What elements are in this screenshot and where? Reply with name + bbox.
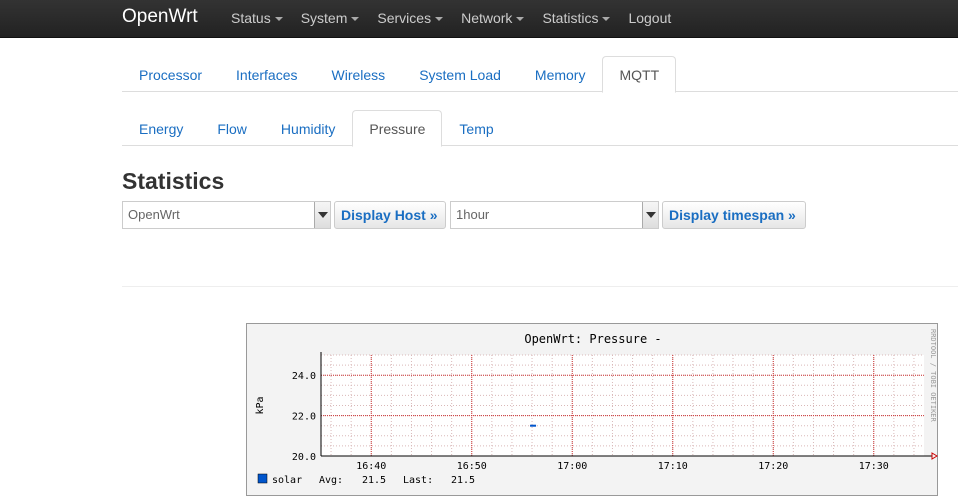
legend-swatch	[257, 473, 268, 484]
menu-system[interactable]: System	[292, 0, 369, 38]
legend-series-name: solar	[272, 475, 302, 486]
menu-services[interactable]: Services	[368, 0, 452, 38]
tab-temp[interactable]: Temp	[442, 110, 510, 146]
tab-humidity[interactable]: Humidity	[264, 110, 352, 146]
display-host-button[interactable]: Display Host »	[334, 201, 446, 229]
tab-wireless[interactable]: Wireless	[315, 56, 403, 92]
y-tick-label: 20.0	[292, 452, 316, 463]
x-tick-label: 17:20	[758, 461, 788, 472]
tab-processor[interactable]: Processor	[122, 56, 219, 92]
tab-memory[interactable]: Memory	[518, 56, 603, 92]
y-axis-label: kPa	[255, 396, 266, 414]
host-select[interactable]: OpenWrt	[122, 201, 331, 229]
tab-flow[interactable]: Flow	[200, 110, 264, 146]
legend-avg-value: 21.5	[362, 475, 386, 486]
chevron-down-icon	[314, 202, 330, 228]
legend-last-label: Last:	[403, 475, 433, 486]
menu-label: Statistics	[542, 10, 599, 26]
menu-statistics[interactable]: Statistics	[533, 0, 619, 38]
menu-label: System	[300, 10, 348, 26]
timespan-select[interactable]: 1hour	[450, 201, 659, 229]
statistics-plugin-tabs: Processor Interfaces Wireless System Load Me…	[122, 56, 958, 93]
x-tick-label: 17:10	[658, 461, 688, 472]
menu-logout[interactable]: Logout	[619, 0, 680, 38]
watermark: RRDTOOL / TOBI OETIKER	[929, 329, 937, 423]
tab-energy[interactable]: Energy	[122, 110, 200, 146]
menu-label: Status	[231, 10, 271, 26]
tab-interfaces[interactable]: Interfaces	[219, 56, 314, 92]
x-tick-label: 17:00	[557, 461, 587, 472]
brand-logo[interactable]: OpenWrt	[122, 6, 198, 28]
page-title: Statistics	[122, 168, 225, 194]
tab-system-load[interactable]: System Load	[402, 56, 518, 92]
y-tick-label: 24.0	[292, 371, 316, 382]
chart-title: OpenWrt: Pressure -	[524, 332, 661, 346]
legend-avg-label: Avg:	[319, 475, 343, 486]
legend-last-value: 21.5	[451, 475, 475, 486]
caret-down-icon	[351, 17, 360, 22]
caret-down-icon	[602, 17, 611, 22]
menu-network[interactable]: Network	[452, 0, 533, 38]
host-select-value: OpenWrt	[128, 207, 180, 222]
x-tick-label: 17:30	[859, 461, 889, 472]
pressure-chart: 20.0 22.0 24.0 16:40 16:50 17:00 17:10 17:20 17:…	[255, 329, 938, 486]
tab-mqtt[interactable]: MQTT	[602, 56, 677, 93]
display-timespan-button[interactable]: Display timespan »	[662, 201, 806, 229]
y-tick-label: 22.0	[292, 412, 316, 423]
timespan-select-value: 1hour	[456, 207, 490, 222]
caret-down-icon	[435, 17, 444, 22]
menu-label: Logout	[628, 10, 672, 26]
caret-down-icon	[516, 17, 525, 22]
x-tick-label: 16:40	[356, 461, 386, 472]
navbar: OpenWrt Status System Services Network Stati…	[0, 0, 958, 38]
divider	[122, 286, 958, 287]
main-menu: Status System Services Network Statistics Log…	[222, 0, 680, 38]
mqtt-subtabs: Energy Flow Humidity Pressure Temp	[122, 110, 958, 147]
tab-pressure[interactable]: Pressure	[352, 110, 443, 147]
pressure-graph: 20.0 22.0 24.0 16:40 16:50 17:00 17:10 17:20 17:…	[246, 323, 938, 496]
caret-down-icon	[274, 17, 283, 22]
menu-label: Network	[461, 10, 513, 26]
menu-label: Services	[377, 10, 432, 26]
x-axis-arrow-icon	[931, 452, 938, 460]
menu-status[interactable]: Status	[222, 0, 292, 38]
x-tick-label: 16:50	[457, 461, 487, 472]
chevron-down-icon	[642, 202, 658, 228]
